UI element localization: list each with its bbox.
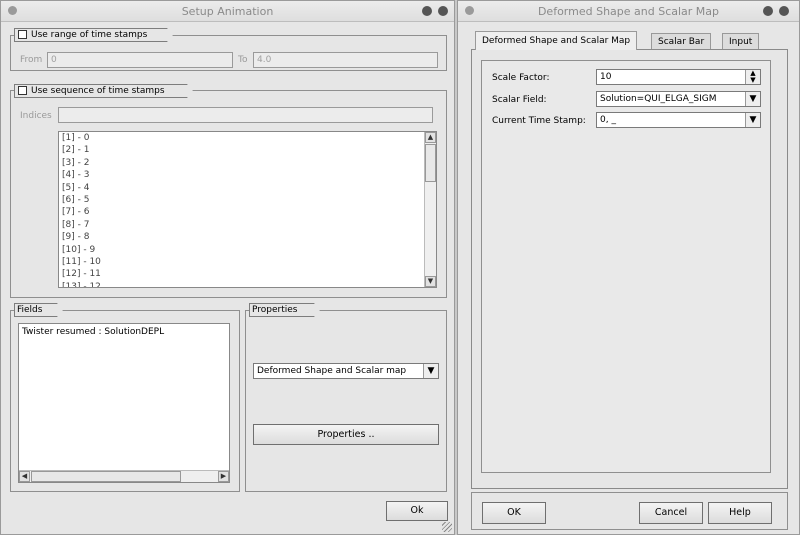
resize-grip-icon[interactable]: [442, 522, 452, 532]
tab-input[interactable]: Input: [722, 33, 760, 49]
indices-field[interactable]: [58, 107, 433, 123]
to-label: To: [238, 55, 248, 65]
scale-factor-label: Scale Factor:: [492, 73, 550, 83]
to-field[interactable]: 4.0: [253, 52, 438, 68]
from-label: From: [20, 55, 43, 65]
time-stamp-value: 0, _: [600, 115, 616, 125]
range-checkbox-label: Use range of time stamps: [31, 30, 148, 40]
fields-list-items: Twister resumed : SolutionDEPL: [19, 324, 229, 338]
list-item[interactable]: [6] - 5: [59, 194, 436, 206]
presentation-type-value: Deformed Shape and Scalar map: [257, 366, 407, 376]
scroll-left-icon[interactable]: ◀: [19, 471, 30, 482]
window-title: Deformed Shape and Scalar Map: [537, 5, 720, 18]
minimize-icon[interactable]: [763, 6, 773, 16]
close-icon[interactable]: [779, 6, 789, 16]
hscroll-thumb[interactable]: [31, 471, 181, 482]
time-stamp-combo[interactable]: 0, _ ▼: [596, 112, 761, 128]
scalar-field-value: Solution=QUI_ELGA_SIGM: [600, 94, 717, 104]
range-checkbox[interactable]: [18, 30, 27, 39]
spin-arrows-icon[interactable]: ▲ ▼: [745, 70, 760, 84]
properties-legend: Properties: [249, 303, 320, 317]
list-item[interactable]: [13] - 12: [59, 281, 436, 287]
timestamp-list-scrollbar[interactable]: ▲ ▼: [424, 132, 436, 287]
scroll-thumb[interactable]: [425, 144, 436, 182]
list-item[interactable]: [1] - 0: [59, 132, 436, 144]
from-field[interactable]: 0: [47, 52, 233, 68]
cancel-button[interactable]: Cancel: [639, 502, 703, 524]
list-item[interactable]: [5] - 4: [59, 182, 436, 194]
title-bar[interactable]: Deformed Shape and Scalar Map: [458, 1, 799, 22]
deformed-shape-window: Deformed Shape and Scalar Map Deformed S…: [457, 0, 800, 535]
sequence-checkbox-legend[interactable]: Use sequence of time stamps: [14, 84, 193, 98]
list-item[interactable]: [7] - 6: [59, 206, 436, 218]
window-title: Setup Animation: [181, 5, 274, 18]
setup-animation-window: Setup Animation Use range of time stamps…: [0, 0, 455, 535]
list-item[interactable]: [4] - 3: [59, 169, 436, 181]
dropdown-arrow-icon[interactable]: ▼: [745, 92, 760, 106]
fields-list[interactable]: Twister resumed : SolutionDEPL ◀ ▶: [18, 323, 230, 483]
fields-list-hscrollbar[interactable]: ◀ ▶: [19, 470, 229, 482]
sequence-checkbox-label: Use sequence of time stamps: [31, 86, 165, 96]
list-item[interactable]: [8] - 7: [59, 219, 436, 231]
range-checkbox-legend[interactable]: Use range of time stamps: [14, 28, 173, 42]
timestamp-list[interactable]: [1] - 0 [2] - 1 [3] - 2 [4] - 3 [5] - 4 [6] -…: [58, 131, 437, 288]
scale-factor-spinbox[interactable]: 10 ▲ ▼: [596, 69, 761, 85]
properties-label: Properties: [252, 305, 298, 315]
fields-label: Fields: [17, 305, 43, 315]
list-item[interactable]: [11] - 10: [59, 256, 436, 268]
list-item[interactable]: Twister resumed : SolutionDEPL: [19, 326, 229, 338]
help-button[interactable]: Help: [708, 502, 772, 524]
presentation-type-combo[interactable]: Deformed Shape and Scalar map ▼: [253, 363, 439, 379]
scroll-right-icon[interactable]: ▶: [218, 471, 229, 482]
scalar-field-label: Scalar Field:: [492, 95, 547, 105]
indices-label: Indices: [20, 111, 52, 121]
timestamp-list-items: [1] - 0 [2] - 1 [3] - 2 [4] - 3 [5] - 4 [6] -…: [59, 132, 436, 287]
minimize-icon[interactable]: [422, 6, 432, 16]
dropdown-arrow-icon[interactable]: ▼: [745, 113, 760, 127]
close-icon[interactable]: [438, 6, 448, 16]
scroll-down-icon[interactable]: ▼: [425, 276, 436, 287]
list-item[interactable]: [10] - 9: [59, 244, 436, 256]
tab-scalar-bar[interactable]: Scalar Bar: [651, 33, 712, 49]
ok-button-right[interactable]: OK: [482, 502, 546, 524]
sequence-checkbox[interactable]: [18, 86, 27, 95]
scale-factor-value: 10: [600, 72, 612, 82]
properties-button[interactable]: Properties ..: [253, 424, 439, 445]
time-stamp-label: Current Time Stamp:: [492, 116, 586, 126]
title-bar[interactable]: Setup Animation: [1, 1, 454, 22]
dropdown-arrow-icon[interactable]: ▼: [423, 364, 438, 378]
ok-button-left[interactable]: Ok: [386, 501, 448, 521]
properties-group: [245, 310, 447, 492]
list-item[interactable]: [3] - 2: [59, 157, 436, 169]
fields-legend: Fields: [14, 303, 63, 317]
list-item[interactable]: [9] - 8: [59, 231, 436, 243]
scroll-up-icon[interactable]: ▲: [425, 132, 436, 143]
list-item[interactable]: [2] - 1: [59, 144, 436, 156]
tab-deformed-shape[interactable]: Deformed Shape and Scalar Map: [475, 31, 638, 50]
list-item[interactable]: [12] - 11: [59, 268, 436, 280]
scalar-field-combo[interactable]: Solution=QUI_ELGA_SIGM ▼: [596, 91, 761, 107]
